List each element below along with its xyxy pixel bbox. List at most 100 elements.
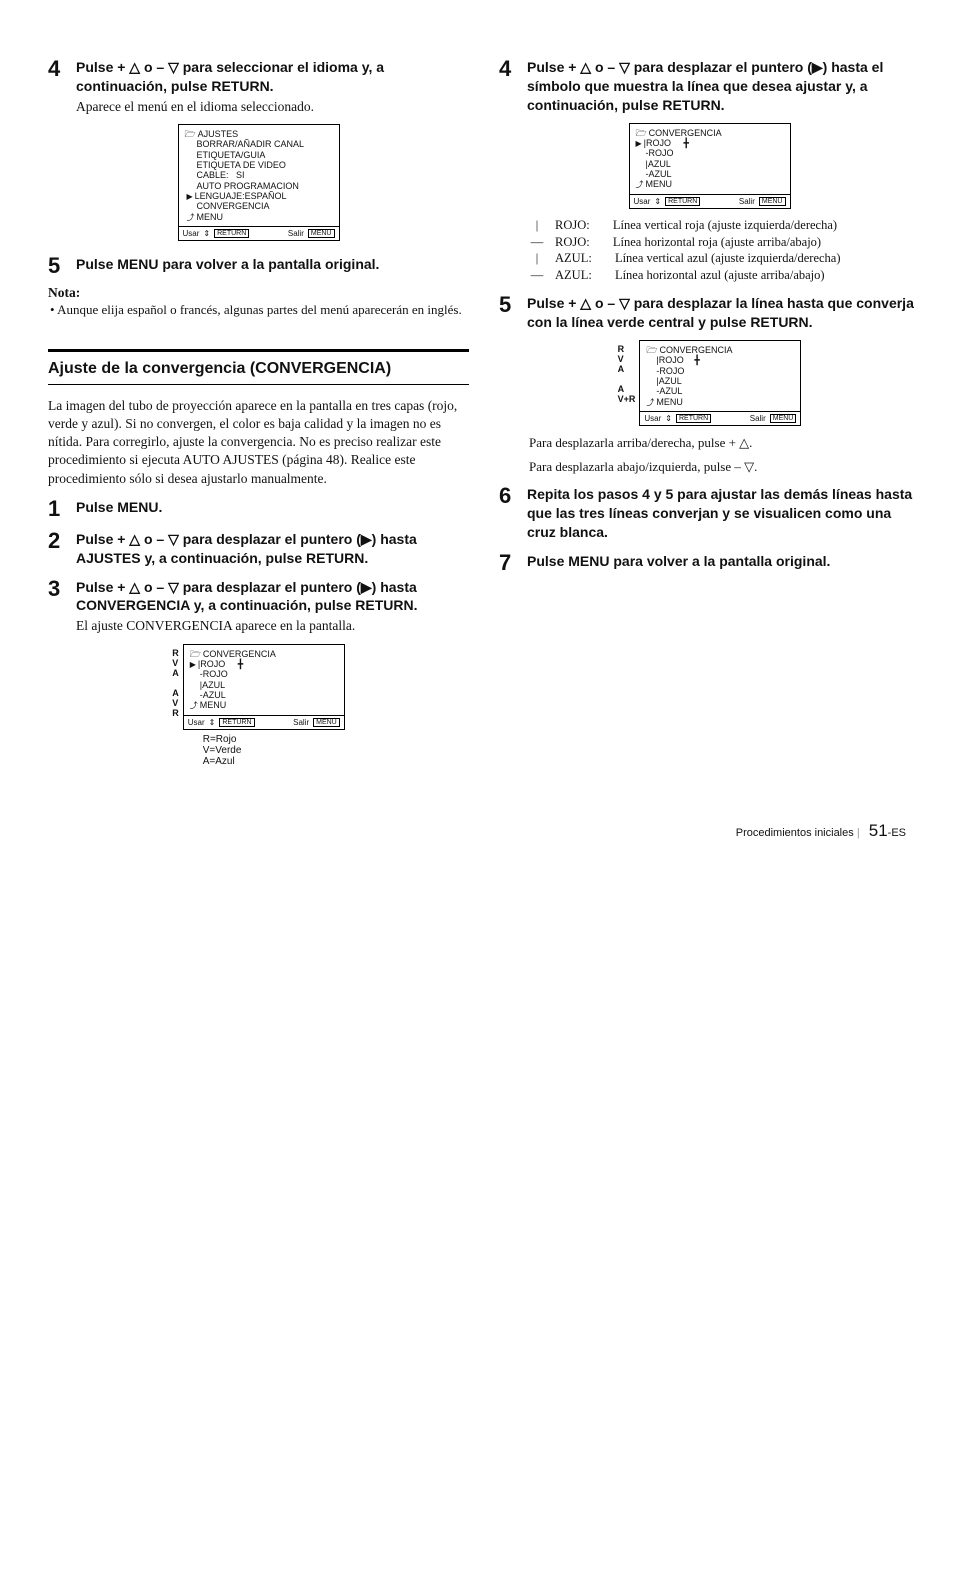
osd-salir-label: Salir [288, 229, 304, 238]
step-number: 7 [499, 552, 517, 574]
osd-item: -AZUL [636, 169, 674, 179]
step-title: Pulse + △ o – ▽ para desplazar el punter… [76, 530, 469, 568]
left-step-2: 2 Pulse + △ o – ▽ para desplazar el punt… [48, 530, 469, 568]
arrows-icon [654, 197, 661, 206]
step-number: 4 [48, 58, 66, 116]
osd-title: AJUSTES [185, 129, 333, 139]
left-column: 4 Pulse + △ o – ▽ para seleccionar el id… [48, 48, 469, 775]
osd-title: CONVERGENCIA [190, 649, 338, 659]
return-key-icon: RETURN [214, 229, 249, 238]
osd-item-selected: LENGUAJE:ESPAÑOL [185, 191, 333, 201]
cross-icon: ╋ [694, 355, 712, 407]
section-rule [48, 349, 469, 352]
right-step-5: 5 Pulse + △ o – ▽ para desplazar la líne… [499, 294, 920, 332]
nota-heading: Nota: [48, 285, 469, 301]
osd-item: ETIQUETA/GUIA [185, 150, 333, 160]
return-key-icon: RETURN [676, 414, 711, 423]
left-step-5: 5 Pulse MENU para volver a la pantalla o… [48, 255, 469, 277]
step-number: 2 [48, 530, 66, 568]
right-step-6: 6 Repita los pasos 4 y 5 para ajustar la… [499, 485, 920, 542]
osd-item: CABLE: SI [185, 170, 333, 180]
rgb-legend: R=Rojo V=Verde A=Azul [183, 730, 345, 767]
osd-usar-label: Usar [188, 718, 205, 727]
step-title: Pulse + △ o – ▽ para seleccionar el idio… [76, 58, 469, 96]
menu-key-icon: MENU [308, 229, 335, 238]
arrows-icon [665, 414, 672, 423]
osd-item: AUTO PROGRAMACION [185, 181, 333, 191]
left-step-3: 3 Pulse + △ o – ▽ para desplazar el punt… [48, 578, 469, 636]
osd-item: -AZUL [646, 386, 684, 396]
osd-convergencia-2: CONVERGENCIA |ROJO -ROJO |AZUL -AZUL MEN… [499, 123, 920, 209]
osd-item: MENU [190, 700, 228, 710]
osd-salir-label: Salir [293, 718, 309, 727]
page: 4 Pulse + △ o – ▽ para seleccionar el id… [0, 0, 954, 815]
osd-item: |ROJO [646, 355, 684, 365]
step-title: Pulse MENU. [76, 498, 469, 517]
section-title: Ajuste de la convergencia (CONVERGENCIA) [48, 356, 469, 385]
step-title: Pulse MENU para volver a la pantalla ori… [527, 552, 920, 571]
menu-key-icon: MENU [313, 718, 340, 727]
footer-separator [857, 827, 863, 839]
step-title: Pulse + △ o – ▽ para desplazar el punter… [76, 578, 469, 616]
step-number: 4 [499, 58, 517, 115]
osd-item: |AZUL [190, 680, 228, 690]
right-column: 4 Pulse + △ o – ▽ para desplazar el punt… [499, 48, 920, 775]
step-number: 5 [499, 294, 517, 332]
cross-icon: ╋ [238, 659, 256, 711]
rgb-side-labels: R V A A V R [172, 644, 183, 767]
osd-title: CONVERGENCIA [646, 345, 794, 355]
osd-salir-label: Salir [750, 414, 766, 423]
osd-salir-label: Salir [739, 197, 755, 206]
osd-item: MENU [185, 212, 333, 222]
osd-usar-label: Usar [644, 414, 661, 423]
rgb-side-labels: R V A A V+R [618, 340, 640, 426]
return-key-icon: RETURN [665, 197, 700, 206]
osd-item: MENU [636, 179, 674, 189]
osd-usar-label: Usar [634, 197, 651, 206]
page-suffix: -ES [888, 827, 906, 839]
osd-ajustes: AJUSTES BORRAR/AÑADIR CANAL ETIQUETA/GUI… [48, 124, 469, 241]
footer-section: Procedimientos iniciales [736, 827, 854, 839]
osd-usar-label: Usar [183, 229, 200, 238]
right-step-4: 4 Pulse + △ o – ▽ para desplazar el punt… [499, 58, 920, 115]
osd-convergencia-3: R V A A V+R CONVERGENCIA |ROJO -ROJO |AZ… [499, 340, 920, 426]
help-text-2: Para desplazarla abajo/izquierda, pulse … [529, 458, 920, 476]
step-number: 5 [48, 255, 66, 277]
osd-item-selected: |ROJO [190, 659, 228, 669]
arrows-icon [203, 229, 210, 238]
step-number: 1 [48, 498, 66, 520]
step-title: Pulse MENU para volver a la pantalla ori… [76, 255, 469, 274]
step-title: Pulse + △ o – ▽ para desplazar el punter… [527, 58, 920, 115]
osd-item-selected: |ROJO [636, 138, 674, 148]
step-subtext: El ajuste CONVERGENCIA aparece en la pan… [76, 617, 469, 635]
menu-key-icon: MENU [770, 414, 797, 423]
step-title: Repita los pasos 4 y 5 para ajustar las … [527, 485, 920, 542]
osd-item: |AZUL [646, 376, 684, 386]
nota-body: • Aunque elija español o francés, alguna… [48, 301, 469, 319]
osd-item: BORRAR/AÑADIR CANAL [185, 139, 333, 149]
line-type-legend: |ROJO: Línea vertical roja (ajuste izqui… [529, 217, 920, 285]
page-footer: Procedimientos iniciales 51-ES [0, 815, 954, 865]
osd-item: CONVERGENCIA [185, 201, 333, 211]
step-number: 3 [48, 578, 66, 636]
left-step-1: 1 Pulse MENU. [48, 498, 469, 520]
left-step-4: 4 Pulse + △ o – ▽ para seleccionar el id… [48, 58, 469, 116]
help-text-1: Para desplazarla arriba/derecha, pulse +… [529, 434, 920, 452]
osd-title: CONVERGENCIA [636, 128, 784, 138]
step-subtext: Aparece el menú en el idioma seleccionad… [76, 98, 469, 116]
right-step-7: 7 Pulse MENU para volver a la pantalla o… [499, 552, 920, 574]
menu-key-icon: MENU [759, 197, 786, 206]
step-number: 6 [499, 485, 517, 542]
section-paragraph: La imagen del tubo de proyección aparece… [48, 397, 469, 488]
osd-item: -ROJO [636, 148, 674, 158]
osd-item: -AZUL [190, 690, 228, 700]
return-key-icon: RETURN [219, 718, 254, 727]
cross-icon: ╋ [684, 138, 702, 190]
osd-item: -ROJO [190, 669, 228, 679]
osd-item: ETIQUETA DE VIDEO [185, 160, 333, 170]
step-title: Pulse + △ o – ▽ para desplazar la línea … [527, 294, 920, 332]
osd-item: MENU [646, 397, 684, 407]
osd-item: |AZUL [636, 159, 674, 169]
osd-item: -ROJO [646, 366, 684, 376]
osd-convergencia-1: R V A A V R CONVERGENCIA |ROJO -ROJO |AZ… [48, 644, 469, 767]
